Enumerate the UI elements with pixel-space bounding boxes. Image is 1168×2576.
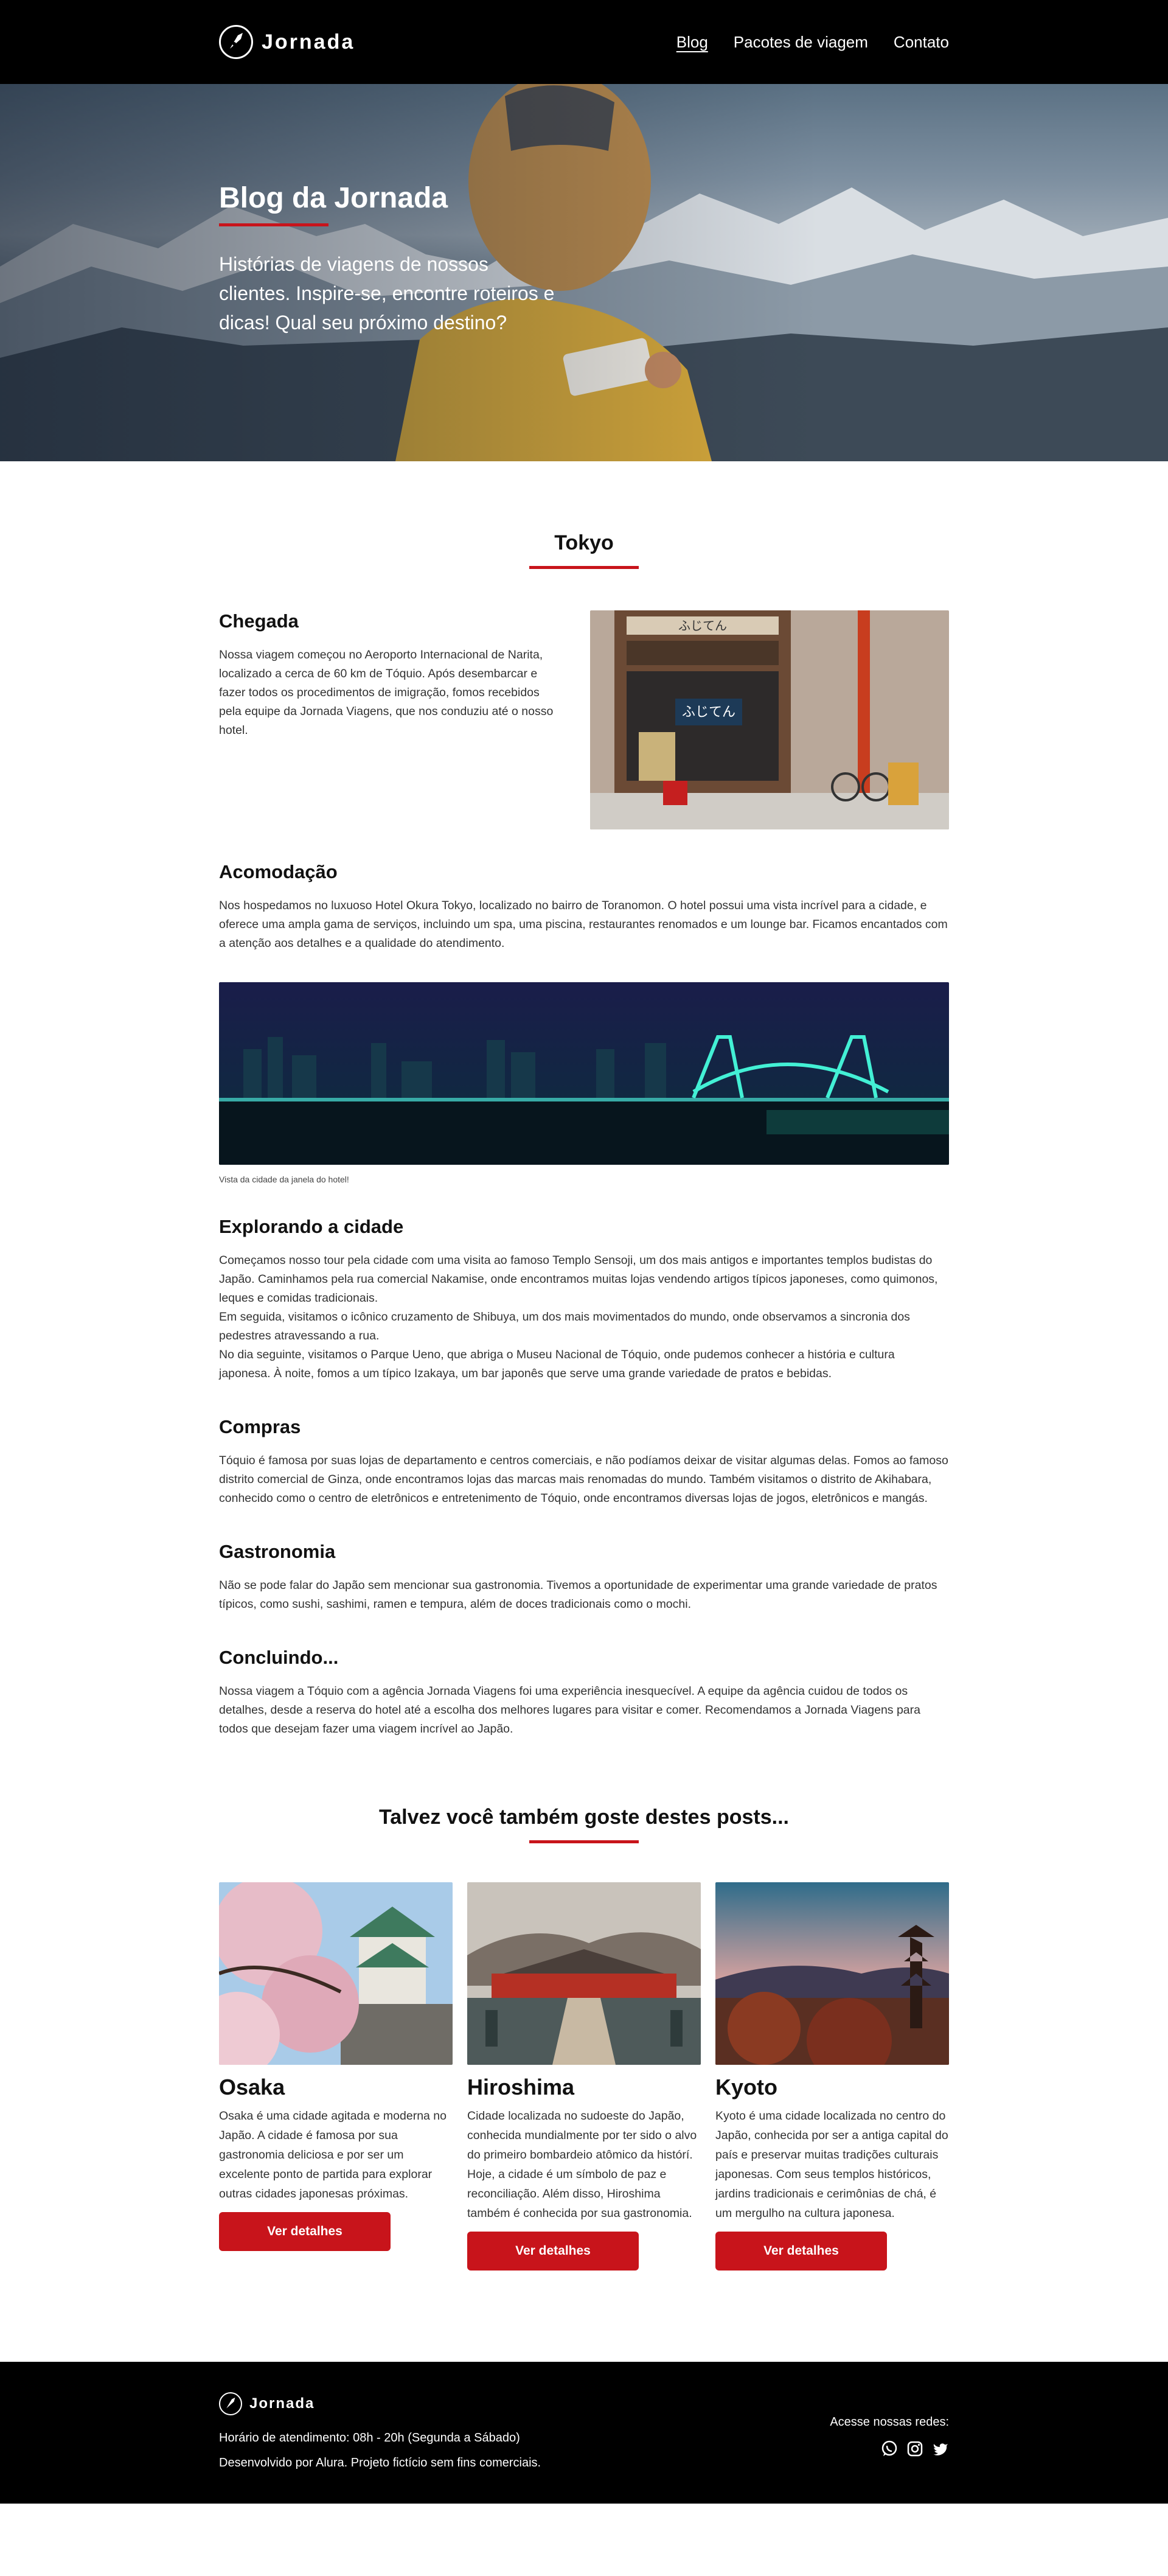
compass-logo-icon: [219, 2392, 242, 2415]
section-heading: Explorando a cidade: [219, 1216, 404, 1237]
section-text: Não se pode falar do Japão sem mencionar…: [219, 1579, 937, 1611]
section-text: Começamos nosso tour pela cidade com uma…: [219, 1254, 938, 1305]
section-heading: Acomodação: [219, 861, 338, 882]
shop-sign-top: ふじてん: [678, 618, 727, 633]
card-text: Cidade localizada no sudoeste do Japão, …: [467, 2109, 697, 2220]
footer-credits: Desenvolvido por Alura. Projeto fictício…: [219, 2456, 541, 2470]
site-footer: Jornada Horário de atendimento: 08h - 20…: [0, 2362, 1168, 2504]
card-text: Kyoto é uma cidade localizada no centro …: [715, 2109, 948, 2220]
footer-hours: Horário de atendimento: 08h - 20h (Segun…: [219, 2431, 520, 2445]
card-text: Osaka é uma cidade agitada e moderna no …: [219, 2109, 447, 2201]
ver-detalhes-button[interactable]: Ver detalhes: [467, 2232, 639, 2271]
hiroshima-image: [467, 1882, 701, 2065]
social-label: Acesse nossas redes:: [830, 2415, 949, 2429]
section-concluindo: Concluindo... Nossa viagem a Tóquio com …: [219, 1647, 949, 1739]
social-links: [830, 2440, 949, 2457]
section-compras: Compras Tóquio é famosa por suas lojas d…: [219, 1416, 949, 1508]
article: Tokyo Chegada Nossa viagem começou no Ae…: [219, 461, 949, 1739]
shop-front-image: ふじてん ふじてん: [590, 610, 949, 829]
main-nav: Blog Pacotes de viagem Contato: [676, 33, 949, 52]
instagram-icon[interactable]: [906, 2440, 923, 2457]
compass-logo-icon: [219, 25, 253, 59]
section-text: Nossa viagem a Tóquio com a agência Jorn…: [219, 1684, 920, 1736]
nav-pacotes[interactable]: Pacotes de viagem: [734, 33, 868, 52]
section-gastronomia: Gastronomia Não se pode falar do Japão s…: [219, 1541, 949, 1614]
post-card-osaka: Osaka Osaka é uma cidade agitada e moder…: [219, 1882, 453, 2271]
whatsapp-icon[interactable]: [881, 2440, 898, 2457]
twitter-icon[interactable]: [932, 2440, 949, 2457]
section-heading: Concluindo...: [219, 1647, 339, 1668]
image-caption: Vista da cidade da janela do hotel!: [219, 1175, 349, 1184]
section-text: Nossa viagem começou no Aeroporto Intern…: [219, 648, 554, 737]
osaka-image: [219, 1882, 453, 2065]
section-text: Tóquio é famosa por suas lojas de depart…: [219, 1454, 948, 1505]
nav-contato[interactable]: Contato: [894, 33, 949, 52]
section-heading: Gastronomia: [219, 1541, 336, 1562]
ver-detalhes-button[interactable]: Ver detalhes: [219, 2212, 391, 2251]
section-explorando: Explorando a cidade Começamos nosso tour…: [219, 1216, 949, 1383]
section-text: No dia seguinte, visitamos o Parque Ueno…: [219, 1348, 895, 1380]
section-text: Nos hospedamos no luxuoso Hotel Okura To…: [219, 899, 948, 950]
card-title: Kyoto: [715, 2075, 777, 2100]
section-chegada: Chegada Nossa viagem começou no Aeroport…: [219, 610, 949, 829]
city-view-figure: Vista da cidade da janela do hotel!: [219, 982, 949, 1184]
shop-sign: ふじてん: [682, 705, 735, 720]
footer-logo[interactable]: Jornada: [219, 2392, 541, 2415]
article-title: Tokyo: [554, 531, 614, 554]
section-heading: Chegada: [219, 610, 299, 632]
hero-divider: [219, 223, 328, 226]
site-header: Jornada Blog Pacotes de viagem Contato: [0, 0, 1168, 84]
section-acomodacao: Acomodação Nos hospedamos no luxuoso Hot…: [219, 861, 949, 953]
card-title: Osaka: [219, 2075, 285, 2100]
related-posts: Talvez você também goste destes posts...…: [219, 1739, 949, 2271]
brand-name: Jornada: [262, 30, 355, 54]
post-card-hiroshima: Hiroshima Cidade localizada no sudoeste …: [467, 1882, 701, 2271]
card-title: Hiroshima: [467, 2075, 575, 2100]
ver-detalhes-button[interactable]: Ver detalhes: [715, 2232, 887, 2271]
related-title: Talvez você também goste destes posts...: [379, 1806, 789, 1829]
kyoto-image: [715, 1882, 949, 2065]
related-title-divider: [529, 1840, 639, 1843]
hero-banner: Blog da Jornada Histórias de viagens de …: [0, 84, 1168, 461]
section-text: Em seguida, visitamos o icônico cruzamen…: [219, 1310, 910, 1342]
section-heading: Compras: [219, 1416, 301, 1437]
post-card-kyoto: Kyoto Kyoto é uma cidade localizada no c…: [715, 1882, 949, 2271]
city-night-image: [219, 982, 949, 1165]
footer-brand: Jornada: [249, 2395, 315, 2412]
nav-blog[interactable]: Blog: [676, 33, 708, 52]
hero-subtitle: Histórias de viagens de nossos clientes.…: [219, 253, 555, 333]
hero-title: Blog da Jornada: [219, 182, 448, 214]
brand-logo[interactable]: Jornada: [219, 25, 355, 59]
article-title-divider: [529, 566, 639, 569]
